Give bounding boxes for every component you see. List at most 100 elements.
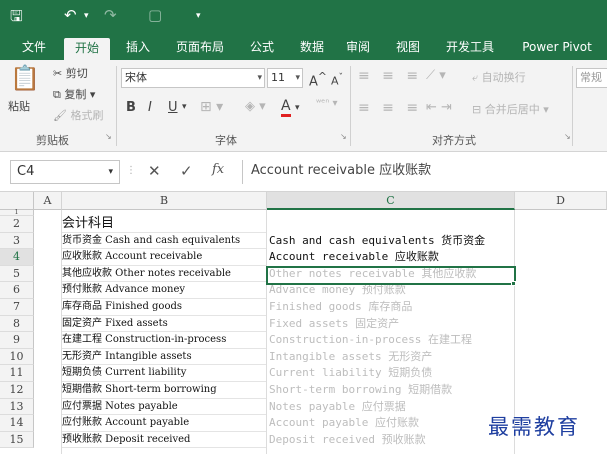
cell-c[interactable] xyxy=(269,216,515,233)
formula-bar: C4 ▾ ⋮ ✕ ✓ fx Account receivable 应收账款 xyxy=(0,152,607,192)
cell-b[interactable]: 应付账款 Account payable xyxy=(62,415,266,432)
phonetic-icon[interactable]: ʷᵉⁿ ▾ xyxy=(316,98,338,109)
alignment-launcher-icon[interactable]: ↘ xyxy=(564,132,571,141)
copy-button[interactable]: ⧉ 复制 ▾ xyxy=(53,86,95,102)
shrink-font-button[interactable]: Aˇ xyxy=(331,72,343,88)
italic-button[interactable]: I xyxy=(148,100,152,115)
cell-b[interactable]: 库存商品 Finished goods xyxy=(62,299,266,316)
cell-b[interactable]: 固定资产 Fixed assets xyxy=(62,316,266,333)
format-painter-button[interactable]: 🖌 格式刷 xyxy=(53,107,103,123)
indent-icons[interactable]: ⇤ ⇥ xyxy=(426,100,452,115)
vertical-align-icons[interactable]: ≡ ≡ ≡ xyxy=(358,68,422,84)
cell-b[interactable]: 预收账款 Deposit received xyxy=(62,432,266,449)
tab-page-layout[interactable]: 页面布局 xyxy=(168,37,232,60)
paste-button[interactable]: 粘贴 xyxy=(8,98,30,114)
horizontal-align-icons[interactable]: ≡ ≡ ≡ xyxy=(358,100,422,116)
customize-icon[interactable]: ▾ xyxy=(196,11,201,21)
column-header-b[interactable]: B xyxy=(62,192,267,210)
tab-data[interactable]: 数据 xyxy=(292,37,332,60)
underline-button[interactable]: U xyxy=(168,100,178,115)
row-header[interactable]: 8 xyxy=(0,315,34,333)
cell-c[interactable]: Finished goods 库存商品 xyxy=(269,299,515,316)
cell-b[interactable]: 会计科目 xyxy=(62,216,266,233)
row-header[interactable]: 5 xyxy=(0,265,34,283)
enter-icon[interactable]: ✓ xyxy=(180,162,193,180)
paste-icon[interactable]: 📋 xyxy=(10,64,40,92)
cell-b[interactable]: 预付账款 Advance money xyxy=(62,282,266,299)
cell-b[interactable]: 其他应收款 Other notes receivable xyxy=(62,266,266,283)
row-header[interactable]: 2 xyxy=(0,216,34,233)
orientation-icon[interactable]: ⟋ ▾ xyxy=(426,68,446,83)
cell-b[interactable]: 在建工程 Construction-in-process xyxy=(62,332,266,349)
bold-button[interactable]: B xyxy=(126,100,136,115)
row-header[interactable]: 7 xyxy=(0,299,34,316)
row-header[interactable]: 10 xyxy=(0,348,34,366)
font-name-select[interactable]: 宋体 ▾ xyxy=(121,68,265,88)
watermark-text: 最需教育 xyxy=(488,415,580,439)
font-launcher-icon[interactable]: ↘ xyxy=(340,132,347,141)
cell-b[interactable]: 短期借款 Short-term borrowing xyxy=(62,382,266,399)
cell-c[interactable]: Notes payable 应付票据 xyxy=(269,399,515,416)
merge-center-button[interactable]: ⊟ 合并后居中 ▾ xyxy=(472,101,549,117)
chevron-down-icon[interactable]: ▾ xyxy=(182,102,187,112)
tab-insert[interactable]: 插入 xyxy=(118,37,158,60)
row-header[interactable]: 11 xyxy=(0,365,34,382)
row-header[interactable]: 6 xyxy=(0,282,34,299)
tab-formulas[interactable]: 公式 xyxy=(242,37,282,60)
cell-c[interactable]: Intangible assets 无形资产 xyxy=(269,349,515,366)
border-icon[interactable]: ⊞ ▾ xyxy=(200,99,223,115)
font-color-button[interactable]: A ▾ xyxy=(281,98,300,117)
fill-handle[interactable] xyxy=(511,281,516,286)
print-preview-icon[interactable]: ▢ xyxy=(148,6,162,24)
row-header[interactable]: 9 xyxy=(0,332,34,349)
cell-c[interactable]: Current liability 短期负债 xyxy=(269,365,515,382)
cell-c[interactable]: Fixed assets 固定资产 xyxy=(269,316,515,333)
font-size-select[interactable]: 11 ▾ xyxy=(267,68,303,88)
cell-b[interactable]: 应付票据 Notes payable xyxy=(62,399,266,416)
redo-icon[interactable]: ↷ xyxy=(104,6,117,24)
row-header[interactable]: 15 xyxy=(0,431,34,449)
wrap-text-button[interactable]: ⤶ 自动换行 xyxy=(472,69,526,85)
name-box[interactable]: C4 ▾ xyxy=(10,160,120,184)
fill-color-icon[interactable]: ◈ ▾ xyxy=(245,99,266,114)
number-format-select[interactable]: 常规 xyxy=(576,68,607,88)
row-header[interactable]: 13 xyxy=(0,398,34,416)
tab-developer[interactable]: 开发工具 xyxy=(438,37,502,60)
save-icon[interactable]: 🖫 xyxy=(10,6,23,31)
copy-label: 复制 xyxy=(64,88,87,101)
tab-review[interactable]: 审阅 xyxy=(338,37,378,60)
cell-c[interactable]: Deposit received 预收账款 xyxy=(269,432,515,449)
clipboard-launcher-icon[interactable]: ↘ xyxy=(105,132,112,141)
cell-b[interactable]: 应收账款 Account receivable xyxy=(62,249,266,266)
cell-b[interactable]: 货币资金 Cash and cash equivalents xyxy=(62,233,266,250)
cell-c[interactable]: Account payable 应付账款 xyxy=(269,415,515,432)
row-header[interactable]: 3 xyxy=(0,232,34,250)
copy-icon: ⧉ xyxy=(53,88,61,101)
cell-c[interactable]: Cash and cash equivalents 货币资金 xyxy=(269,233,515,250)
row-header[interactable]: 4 xyxy=(0,249,34,266)
tab-file[interactable]: 文件 xyxy=(14,37,54,60)
scissors-icon: ✂ xyxy=(53,67,63,80)
column-header-a[interactable]: A xyxy=(34,192,62,210)
cell-b[interactable]: 无形资产 Intangible assets xyxy=(62,349,266,366)
cut-button[interactable]: ✂ 剪切 xyxy=(53,65,88,81)
grow-font-button[interactable]: A^ xyxy=(309,70,327,89)
tab-view[interactable]: 视图 xyxy=(388,37,428,60)
cell-c[interactable]: Construction-in-process 在建工程 xyxy=(269,332,515,349)
undo-dropdown-icon[interactable]: ▾ xyxy=(84,11,89,21)
column-header-d[interactable]: D xyxy=(515,192,607,210)
row-header[interactable]: 12 xyxy=(0,382,34,399)
cell-c[interactable]: Account receivable 应收账款 xyxy=(269,249,515,266)
tab-power-pivot[interactable]: Power Pivot xyxy=(512,37,602,60)
undo-icon[interactable]: ↶ xyxy=(64,6,77,24)
cell-b[interactable]: 短期负债 Current liability xyxy=(62,365,266,382)
insert-function-icon[interactable]: fx xyxy=(212,162,224,177)
formula-input[interactable]: Account receivable 应收账款 xyxy=(242,160,607,184)
row-header[interactable]: 14 xyxy=(0,415,34,432)
cell-c[interactable]: Short-term borrowing 短期借款 xyxy=(269,382,515,399)
wrap-text-label: 自动换行 xyxy=(481,71,526,84)
tab-home[interactable]: 开始 xyxy=(64,38,110,61)
cancel-icon[interactable]: ✕ xyxy=(148,162,161,180)
select-all-corner[interactable] xyxy=(0,192,34,210)
column-header-c[interactable]: C xyxy=(267,192,515,210)
